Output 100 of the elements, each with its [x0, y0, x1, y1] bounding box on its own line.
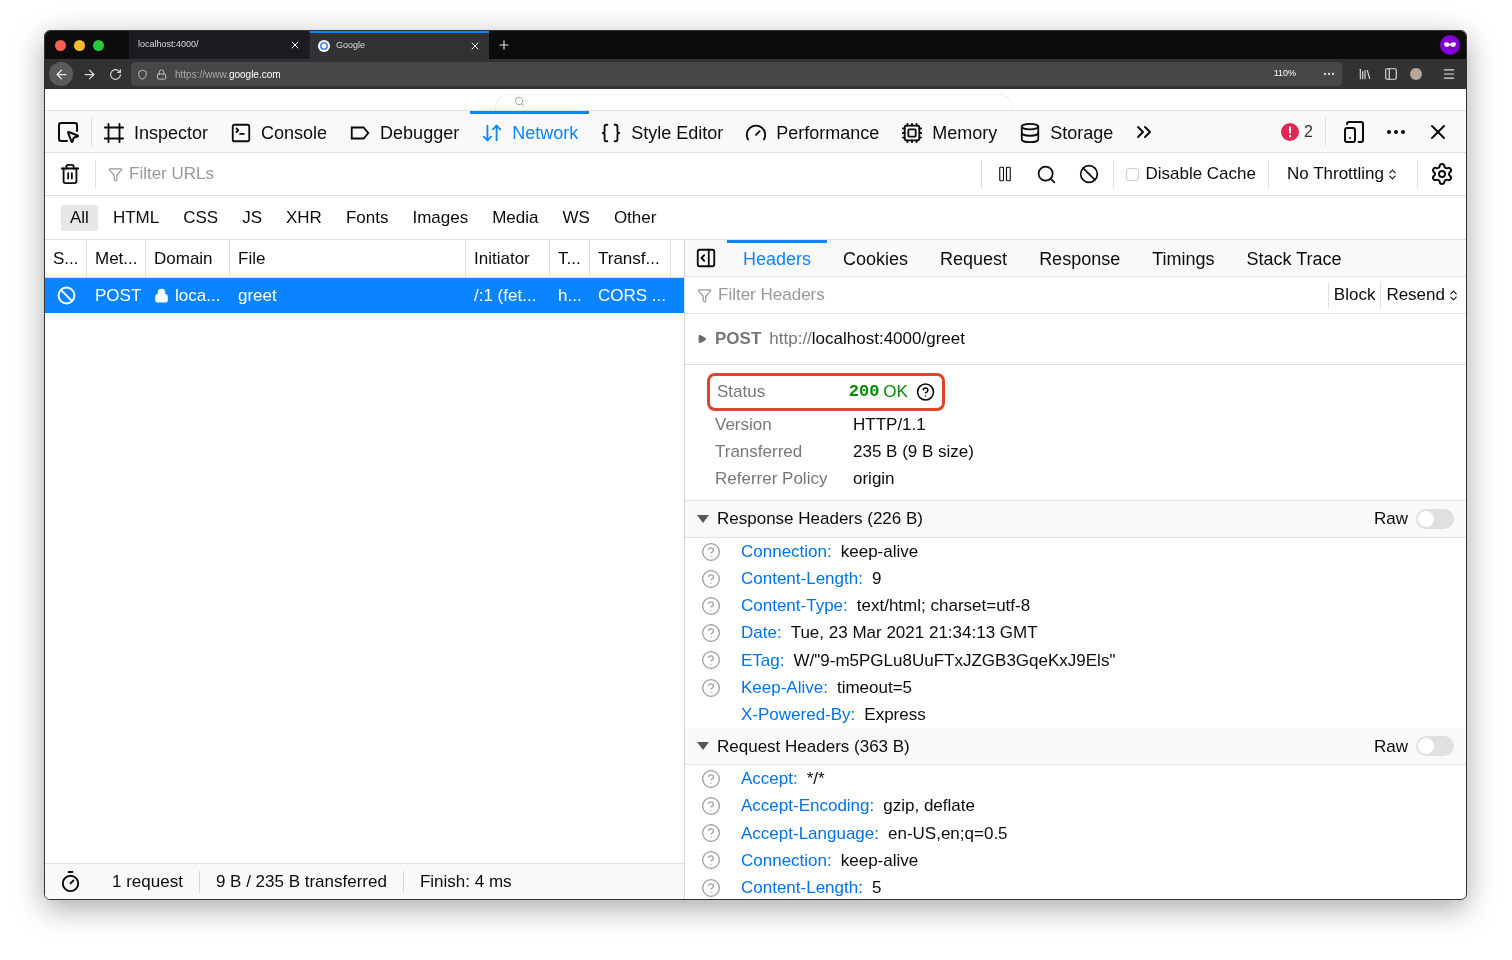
- url-text: https://www.google.com: [175, 67, 281, 82]
- throttling-select[interactable]: No Throttling: [1268, 160, 1417, 188]
- summary-label: Transferred: [715, 440, 804, 463]
- tab-title: localhost:4000/: [138, 38, 200, 52]
- devtools-tab[interactable]: Memory: [890, 111, 1009, 152]
- responsive-mode-icon[interactable]: [1342, 119, 1366, 144]
- summary-value: origin: [853, 467, 895, 490]
- summary-label: Version: [715, 413, 773, 436]
- header-value: text/html; charset=utf-8: [856, 595, 1031, 618]
- type-filter-button[interactable]: CSS: [174, 204, 228, 231]
- filter-icon: [697, 287, 712, 303]
- menu-icon[interactable]: [1442, 67, 1456, 81]
- request-url: http://localhost:4000/greet: [769, 328, 965, 351]
- header-name: Connection:: [741, 849, 832, 872]
- type-filter-button[interactable]: All: [61, 204, 98, 231]
- header-value: en-US,en;q=0.5: [888, 822, 1008, 845]
- file-cell-text: greet: [238, 284, 277, 307]
- section-title: Response Headers (226 B): [717, 508, 923, 531]
- type-cell-text: h...: [558, 284, 582, 307]
- filter-headers-field[interactable]: Filter Headers: [718, 282, 1316, 308]
- resend-button[interactable]: Resend: [1380, 282, 1466, 308]
- devtools-tab[interactable]: Debugger: [338, 111, 471, 152]
- type-filter-button[interactable]: Fonts: [336, 204, 398, 231]
- domain-cell-text: loca...: [175, 284, 221, 307]
- column-header[interactable]: Domain: [146, 240, 230, 277]
- new-tab-icon[interactable]: [497, 38, 511, 52]
- search-icon[interactable]: [1036, 163, 1058, 185]
- reload-icon[interactable]: [109, 67, 122, 81]
- column-header[interactable]: File: [230, 240, 466, 277]
- details-tab[interactable]: Timings: [1136, 240, 1231, 276]
- back-button[interactable]: [49, 62, 73, 86]
- error-icon: [1281, 122, 1300, 141]
- close-icon[interactable]: [289, 39, 301, 51]
- address-bar[interactable]: https://www.google.com 110%: [131, 62, 1342, 86]
- details-tab[interactable]: Response: [1023, 240, 1137, 276]
- shield-icon: [137, 68, 148, 80]
- type-filter-button[interactable]: Other: [604, 204, 666, 231]
- header-name: Connection:: [741, 540, 832, 563]
- lock-icon: [156, 68, 167, 80]
- devtools-tab[interactable]: Inspector: [92, 111, 220, 152]
- type-filter-button[interactable]: JS: [233, 204, 271, 231]
- library-icon[interactable]: [1358, 67, 1372, 81]
- header-value: Express: [864, 703, 926, 726]
- toggle-panel-icon[interactable]: [695, 247, 717, 269]
- column-header[interactable]: Initiator: [466, 240, 550, 277]
- devtools-tab[interactable]: Console: [219, 111, 339, 152]
- settings-icon[interactable]: [1430, 162, 1454, 186]
- header-name: ETag:: [741, 649, 785, 672]
- inspector-icon: [103, 122, 125, 144]
- database-icon: [1019, 122, 1042, 144]
- zoom-level[interactable]: 110%: [1269, 67, 1300, 81]
- browser-tab[interactable]: localhost:4000/: [129, 31, 309, 59]
- status-text: OK: [883, 381, 908, 404]
- column-header[interactable]: Transf...: [590, 240, 671, 277]
- devtools-tab[interactable]: Performance: [734, 111, 891, 152]
- summary-value: HTTP/1.1: [853, 413, 926, 436]
- details-tab[interactable]: Request: [924, 240, 1024, 276]
- column-header[interactable]: T...: [550, 240, 590, 277]
- initiator-cell-text: /:1 (fet...: [474, 284, 537, 307]
- type-filter-button[interactable]: HTML: [103, 204, 169, 231]
- type-filter-button[interactable]: WS: [553, 204, 599, 231]
- header-value: keep-alive: [840, 540, 919, 563]
- raw-label: Raw: [1374, 508, 1408, 531]
- header-name: Content-Length:: [741, 568, 863, 591]
- element-picker-icon[interactable]: [56, 119, 80, 144]
- raw-toggle[interactable]: [1416, 509, 1454, 529]
- status-code: 200: [848, 381, 880, 404]
- console-icon: [230, 122, 253, 144]
- block-icon[interactable]: [1079, 164, 1100, 184]
- type-filter-button[interactable]: XHR: [277, 204, 331, 231]
- devtools-tab[interactable]: Style Editor: [589, 111, 735, 152]
- header-value: 9: [871, 568, 882, 591]
- column-header[interactable]: S...: [45, 240, 87, 277]
- close-icon[interactable]: [469, 40, 481, 52]
- type-filter-button[interactable]: Media: [483, 204, 548, 231]
- help-icon[interactable]: [915, 382, 935, 402]
- raw-toggle[interactable]: [1416, 736, 1454, 757]
- timer-icon: [59, 870, 82, 893]
- disable-cache-checkbox[interactable]: Disable Cache: [1113, 160, 1268, 188]
- header-name: Accept-Encoding:: [741, 795, 875, 818]
- details-tab[interactable]: Cookies: [827, 240, 925, 276]
- error-count[interactable]: 2: [1269, 111, 1325, 152]
- expand-arrow-icon[interactable]: [697, 334, 707, 344]
- avatar[interactable]: [1410, 68, 1422, 80]
- details-tab[interactable]: Stack Trace: [1230, 240, 1358, 276]
- filter-icon: [108, 166, 123, 182]
- request-row[interactable]: POST loca... greet /:1 (fet... h... CORS ...: [45, 278, 684, 313]
- transferred-cell-text: CORS ...: [598, 284, 666, 307]
- forward-icon[interactable]: [82, 66, 97, 82]
- browser-tab[interactable]: Google: [309, 31, 489, 59]
- header-name: Accept-Language:: [741, 822, 879, 845]
- type-filter-button[interactable]: Images: [403, 204, 478, 231]
- devtools-tab[interactable]: Storage: [1008, 111, 1125, 152]
- header-value: */*: [806, 768, 825, 791]
- sidebar-icon[interactable]: [1384, 67, 1398, 81]
- raw-label: Raw: [1374, 735, 1408, 758]
- clear-icon[interactable]: [59, 163, 81, 185]
- column-header[interactable]: Met...: [87, 240, 146, 277]
- filter-urls-field[interactable]: Filter URLs: [129, 161, 970, 187]
- block-button[interactable]: Block: [1327, 282, 1381, 308]
